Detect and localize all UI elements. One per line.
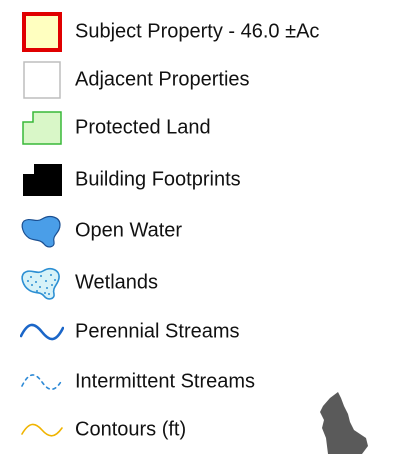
legend-item-wetlands: Wetlands [20,259,400,307]
open-water-icon [20,211,64,251]
legend-label: Open Water [75,219,183,242]
wetlands-icon [20,263,64,303]
legend-item-building-footprints: Building Footprints [20,156,400,204]
perennial-stream-icon [20,312,64,352]
new-hampshire-locator-icon [308,392,372,454]
building-footprint-icon [20,160,64,200]
legend-label: Subject Property - 46.0 ±Ac [75,20,320,43]
legend-item-protected-land: Protected Land [20,104,400,152]
legend-label: Protected Land [75,116,211,139]
legend-label: Intermittent Streams [75,370,256,393]
contour-line-icon [20,410,64,450]
legend-label: Building Footprints [75,168,241,191]
map-legend: Subject Property - 46.0 ±Ac Adjacent Pro… [0,0,412,454]
legend-item-perennial-streams: Perennial Streams [20,308,400,356]
adjacent-properties-swatch [20,60,64,100]
legend-label: Wetlands [75,271,159,294]
legend-item-subject-property: Subject Property - 46.0 ±Ac [20,8,400,56]
legend-item-adjacent-properties: Adjacent Properties [20,56,400,104]
subject-property-swatch [20,12,64,52]
legend-label: Perennial Streams [75,320,240,343]
intermittent-stream-icon [20,362,64,402]
protected-land-swatch [20,108,64,148]
legend-label: Adjacent Properties [75,68,250,91]
legend-label: Contours (ft) [75,418,187,441]
legend-item-open-water: Open Water [20,207,400,255]
